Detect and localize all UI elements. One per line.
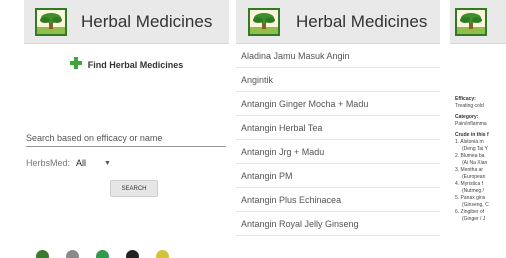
app-logo-icon <box>248 7 280 36</box>
list-item[interactable]: Antangin Jrg + Madu <box>236 140 440 164</box>
find-herbal-medicines-button[interactable]: Find Herbal Medicines <box>24 56 229 74</box>
list-item[interactable]: Antangin Plus Echinacea <box>236 188 440 212</box>
list-screen: Herbal Medicines Aladina Jamu Masuk Angi… <box>236 0 440 258</box>
herbsmed-filter: HerbsMed: All ▼ <box>26 158 111 168</box>
crude-item-sub: (Ai Na Xian <box>462 160 488 166</box>
crude-item: 5. Panax gins <box>455 195 486 201</box>
crude-item: 4. Myristica f <box>455 181 484 187</box>
list-header: Herbal Medicines <box>236 0 440 44</box>
category-value: Pain/inflamma <box>455 121 487 127</box>
crude-item-sub: (European <box>462 174 486 180</box>
search-button[interactable]: SEARCH <box>110 180 158 197</box>
search-input[interactable] <box>26 130 226 147</box>
efficacy-value: Treating cold <box>455 103 484 109</box>
find-button-label: Find Herbal Medicines <box>87 60 184 70</box>
list-item[interactable]: Angintik <box>236 68 440 92</box>
crude-item: 3. Mentha ar <box>455 167 484 173</box>
list-item[interactable]: Antangin Ginger Mocha + Madu <box>236 92 440 116</box>
app-header: Herbal Medicines <box>24 0 229 44</box>
list-item[interactable]: Antangin PM <box>236 164 440 188</box>
list-item[interactable]: Antangin Royal Jelly Ginseng <box>236 212 440 236</box>
detail-content: Efficacy: Treating cold Category: Pain/i… <box>455 96 489 223</box>
search-screen: Herbal Medicines Find Herbal Medicines H… <box>24 0 229 258</box>
herbsmed-select[interactable]: All <box>76 158 86 168</box>
leaf-icon[interactable] <box>36 250 49 258</box>
app-logo-icon <box>455 7 487 36</box>
crude-item: 2. Blumea ba <box>455 153 485 159</box>
crude-item-sub: (Nutmeg / <box>462 188 484 194</box>
app-title: Herbal Medicines <box>296 11 428 31</box>
user-icon[interactable] <box>126 250 139 258</box>
detail-screen: Efficacy: Treating cold Category: Pain/i… <box>450 0 506 258</box>
crude-item: 6. Zingiber of <box>455 209 485 215</box>
herbsmed-label: HerbsMed: <box>26 158 71 168</box>
crude-item: 1. Alstonia m <box>455 139 484 145</box>
app-title: Herbal Medicines <box>81 11 213 31</box>
detail-header <box>450 0 506 44</box>
crude-item-sub: (Ginseng, C <box>462 202 489 208</box>
category-label: Category: <box>455 114 479 120</box>
herb-icon[interactable] <box>96 250 109 258</box>
list-item[interactable]: Antangin Herbal Tea <box>236 116 440 140</box>
bottom-icon-bar <box>36 250 169 258</box>
medicine-list: Aladina Jamu Masuk Angin Angintik Antang… <box>236 44 440 236</box>
efficacy-label: Efficacy: <box>455 96 476 102</box>
crude-label: Crude in this f <box>455 132 489 138</box>
plus-icon <box>69 56 82 74</box>
crude-item-sub: (Ginger / J <box>462 216 486 222</box>
dropdown-caret-icon[interactable]: ▼ <box>104 160 111 167</box>
star-icon[interactable] <box>156 250 169 258</box>
app-logo-icon <box>35 7 67 36</box>
crude-item-sub: (Deng Tai Y <box>462 146 488 152</box>
list-item[interactable]: Aladina Jamu Masuk Angin <box>236 44 440 68</box>
info-icon[interactable] <box>66 250 79 258</box>
